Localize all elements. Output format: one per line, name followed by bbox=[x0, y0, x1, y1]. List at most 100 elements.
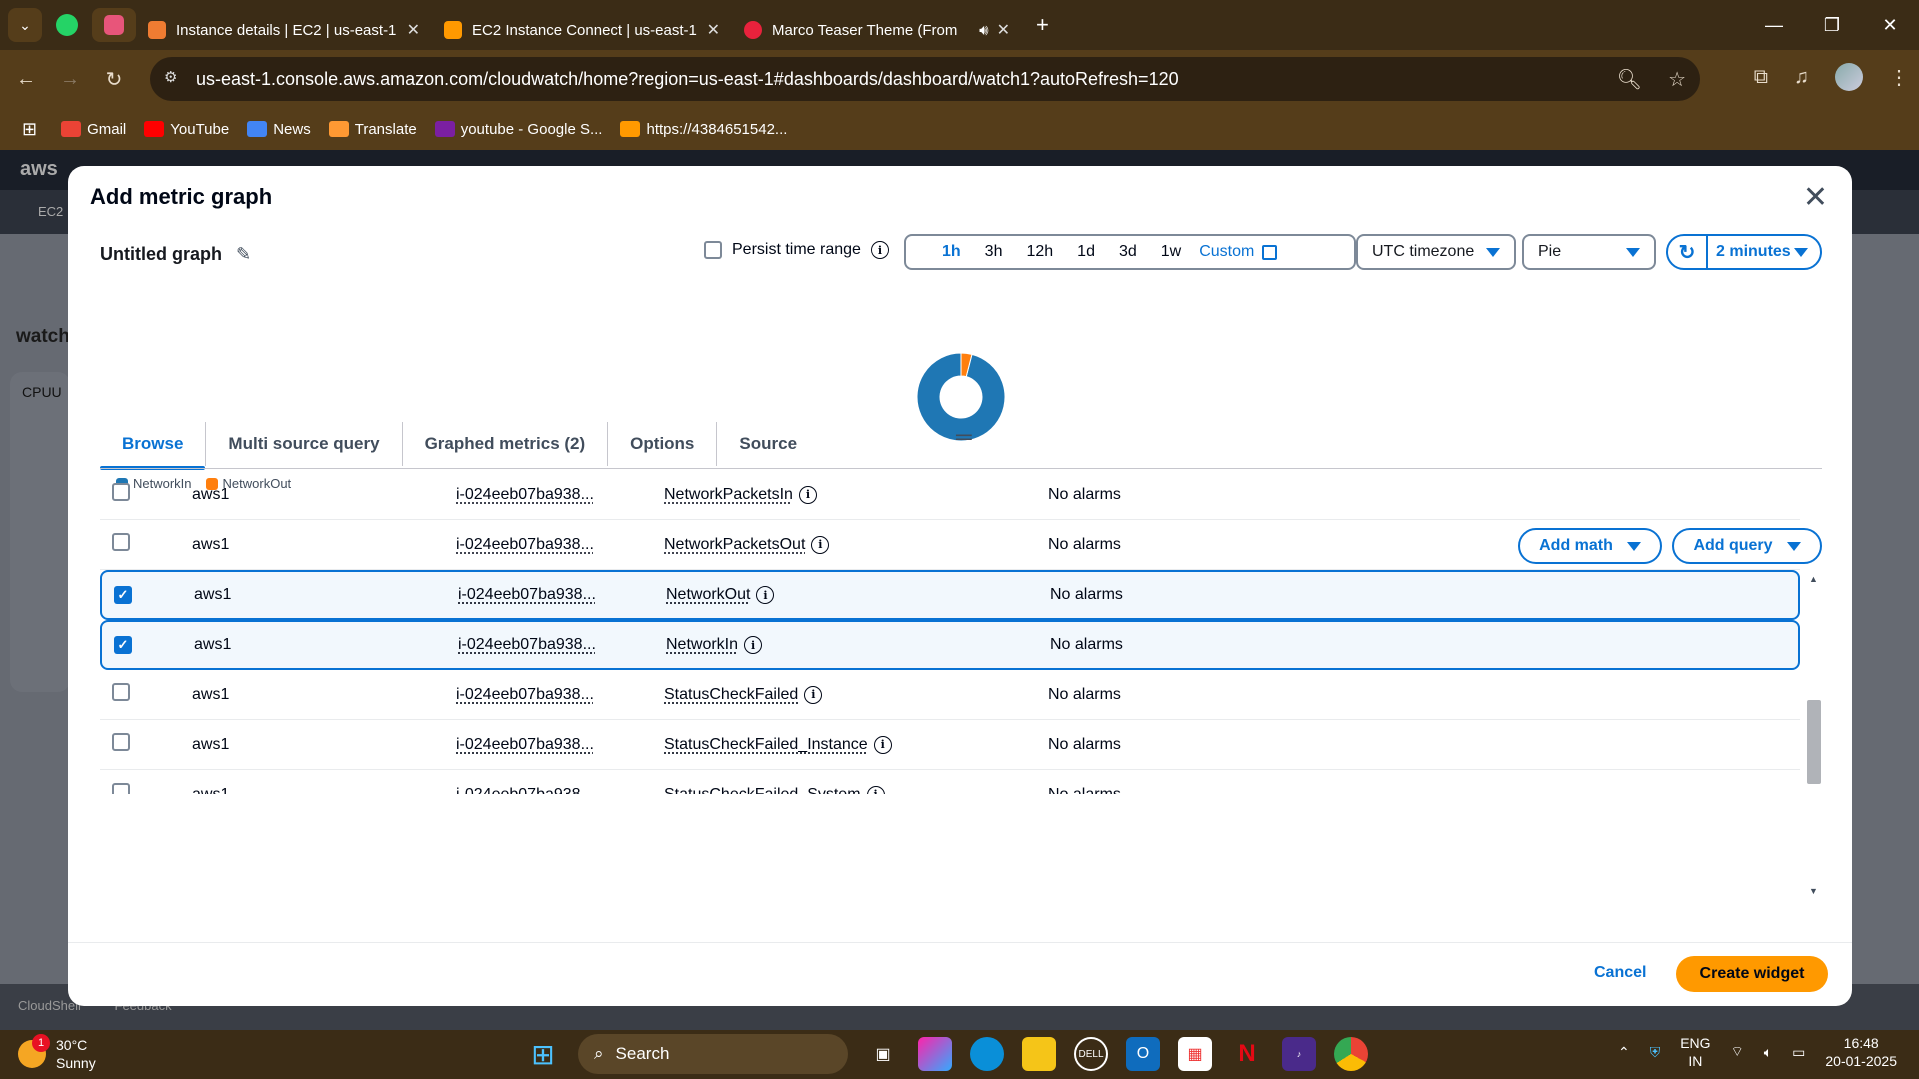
store-icon[interactable]: ▦ bbox=[1178, 1037, 1212, 1071]
time-range-1h[interactable]: 1h bbox=[930, 243, 973, 261]
tab-browse[interactable]: Browse bbox=[100, 422, 207, 470]
extensions-icon[interactable]: ⧉ bbox=[1754, 66, 1768, 89]
metric-name-link[interactable]: NetworkOut bbox=[666, 586, 750, 604]
edge-icon[interactable] bbox=[970, 1037, 1004, 1071]
row-checkbox[interactable] bbox=[112, 483, 130, 501]
browser-menu-icon[interactable]: ⋮ bbox=[1889, 65, 1909, 90]
netflix-icon[interactable]: N bbox=[1230, 1037, 1264, 1071]
chevron-up-icon[interactable]: ⌃ bbox=[1618, 1044, 1630, 1061]
bookmark-item[interactable]: youtube - Google S... bbox=[434, 121, 602, 138]
close-tab-icon[interactable]: ✕ bbox=[407, 20, 420, 40]
pinned-tab[interactable] bbox=[92, 8, 136, 42]
site-info-icon[interactable]: ⚙ bbox=[164, 68, 186, 90]
time-range-1d[interactable]: 1d bbox=[1065, 243, 1107, 261]
audio-icon[interactable]: 🔊︎ bbox=[979, 22, 988, 39]
volume-icon[interactable]: 🔈︎ bbox=[1764, 1044, 1772, 1061]
table-row[interactable]: aws1 i-024eeb07ba938... NetworkPacketsOut i… bbox=[100, 520, 1800, 570]
new-tab-button[interactable]: + bbox=[1036, 12, 1049, 38]
custom-range-button[interactable]: Custom bbox=[1199, 243, 1278, 261]
address-bar[interactable]: ⚙ us-east-1.console.aws.amazon.com/cloud… bbox=[150, 57, 1700, 101]
media-control-icon[interactable]: ♫ bbox=[1794, 66, 1809, 89]
defender-icon[interactable]: ⛨ bbox=[1650, 1044, 1661, 1061]
resize-handle-icon[interactable]: ═ bbox=[956, 424, 972, 450]
create-widget-button[interactable]: Create widget bbox=[1676, 956, 1828, 992]
info-icon[interactable]: i bbox=[804, 685, 823, 704]
close-icon[interactable]: ✕ bbox=[1803, 180, 1828, 215]
metric-name-link[interactable]: NetworkPacketsIn bbox=[664, 486, 793, 504]
edit-pencil-icon[interactable]: ✎ bbox=[236, 244, 251, 265]
instance-id-link[interactable]: i-024eeb07ba938... bbox=[456, 486, 664, 504]
info-icon[interactable]: i bbox=[798, 485, 817, 504]
time-range-12h[interactable]: 12h bbox=[1014, 243, 1065, 261]
apps-grid-icon[interactable]: ⊞ bbox=[22, 119, 37, 140]
instance-id-link[interactable]: i-024eeb07ba938... bbox=[458, 586, 666, 604]
task-view-icon[interactable]: ▣ bbox=[866, 1037, 900, 1071]
info-icon[interactable]: i bbox=[866, 785, 885, 794]
cancel-button[interactable]: Cancel bbox=[1594, 964, 1646, 982]
tab-multi-source-query[interactable]: Multi source query bbox=[206, 422, 403, 466]
taskbar-search[interactable]: ⌕ Search bbox=[578, 1034, 848, 1074]
instance-id-link[interactable]: i-024eeb07ba938... bbox=[456, 686, 664, 704]
table-row[interactable]: aws1 i-024eeb07ba938... StatusCheckFailed_… bbox=[100, 720, 1800, 770]
back-button[interactable]: ← bbox=[8, 61, 44, 97]
wifi-icon[interactable]: ⌔ bbox=[1731, 1043, 1744, 1061]
browser-tab[interactable]: EC2 Instance Connect | us-east-1 ✕ bbox=[432, 10, 732, 50]
close-tab-icon[interactable]: ✕ bbox=[997, 20, 1010, 40]
metric-name-link[interactable]: StatusCheckFailed bbox=[664, 686, 798, 704]
info-icon[interactable]: i bbox=[756, 586, 775, 604]
copilot-icon[interactable] bbox=[918, 1037, 952, 1071]
row-checkbox[interactable] bbox=[112, 783, 130, 794]
bookmark-item[interactable]: News bbox=[247, 121, 311, 138]
restore-button[interactable]: ❐ bbox=[1803, 0, 1861, 50]
close-tab-icon[interactable]: ✕ bbox=[707, 20, 720, 40]
whatsapp-pinned-tab[interactable] bbox=[50, 8, 84, 42]
metric-name-link[interactable]: StatusCheckFailed_System bbox=[664, 786, 861, 795]
table-row[interactable]: aws1 i-024eeb07ba938... StatusCheckFailed_… bbox=[100, 770, 1800, 794]
file-explorer-icon[interactable] bbox=[1022, 1037, 1056, 1071]
caret-down-icon[interactable] bbox=[1794, 247, 1808, 257]
persist-checkbox[interactable] bbox=[704, 241, 722, 259]
browser-tab[interactable]: Instance details | EC2 | us-east-1 ✕ bbox=[136, 10, 432, 50]
ec2-shortcut[interactable]: EC2 bbox=[18, 204, 63, 219]
timezone-select[interactable]: UTC timezone bbox=[1356, 234, 1516, 270]
minimize-button[interactable]: — bbox=[1745, 0, 1803, 50]
bookmark-star-icon[interactable]: ☆ bbox=[1668, 67, 1686, 92]
info-icon[interactable]: i bbox=[811, 535, 830, 554]
scroll-down-arrow-icon[interactable]: ▼ bbox=[1809, 886, 1818, 896]
scrollbar-thumb[interactable] bbox=[1807, 700, 1821, 784]
tab-source[interactable]: Source bbox=[717, 422, 819, 466]
windows-start-icon[interactable]: ⊞ bbox=[526, 1037, 560, 1071]
profile-avatar[interactable] bbox=[1835, 63, 1863, 91]
outlook-icon[interactable]: O bbox=[1126, 1037, 1160, 1071]
forward-button[interactable]: → bbox=[52, 61, 88, 97]
scroll-up-arrow-icon[interactable]: ▲ bbox=[1809, 574, 1818, 584]
close-window-button[interactable]: ✕ bbox=[1861, 0, 1919, 50]
refresh-interval[interactable]: 2 minutes bbox=[1708, 243, 1794, 261]
battery-icon[interactable]: ▭ bbox=[1792, 1044, 1805, 1061]
chrome-icon[interactable] bbox=[1334, 1037, 1368, 1071]
zoom-icon[interactable]: 🔍︎ bbox=[1617, 67, 1642, 92]
row-checkbox-checked[interactable]: ✓ bbox=[114, 636, 132, 654]
language-indicator[interactable]: ENG IN bbox=[1680, 1034, 1710, 1070]
browser-tab[interactable]: Marco Teaser Theme (From 🔊︎ ✕ bbox=[732, 10, 1022, 50]
bookmark-item[interactable]: Translate bbox=[328, 121, 417, 138]
metric-name-link[interactable]: NetworkIn bbox=[666, 636, 738, 654]
instance-id-link[interactable]: i-024eeb07ba938... bbox=[456, 536, 664, 554]
row-checkbox[interactable] bbox=[112, 733, 130, 751]
instance-id-link[interactable]: i-024eeb07ba938... bbox=[458, 636, 666, 654]
instance-id-link[interactable]: i-024eeb07ba938... bbox=[456, 736, 664, 754]
row-checkbox[interactable] bbox=[112, 533, 130, 551]
clock[interactable]: 16:48 20-01-2025 bbox=[1825, 1034, 1897, 1070]
tab-options[interactable]: Options bbox=[608, 422, 718, 466]
info-icon[interactable]: i bbox=[873, 735, 892, 754]
instance-id-link[interactable]: i-024eeb07ba938... bbox=[456, 786, 664, 795]
bookmark-item[interactable]: Gmail bbox=[61, 121, 126, 138]
reload-button[interactable]: ↻ bbox=[96, 61, 132, 97]
table-row[interactable]: aws1 i-024eeb07ba938... NetworkPacketsIn i N… bbox=[100, 470, 1800, 520]
bookmark-item[interactable]: https://4384651542... bbox=[620, 121, 787, 138]
row-checkbox[interactable] bbox=[112, 683, 130, 701]
table-row[interactable]: ✓ aws1 i-024eeb07ba938... NetworkIn i No alar… bbox=[100, 620, 1800, 670]
table-row[interactable]: ✓ aws1 i-024eeb07ba938... NetworkOut i No ala… bbox=[100, 570, 1800, 620]
tab-search-button[interactable]: ⌄ bbox=[8, 8, 42, 42]
time-range-1w[interactable]: 1w bbox=[1149, 243, 1193, 261]
